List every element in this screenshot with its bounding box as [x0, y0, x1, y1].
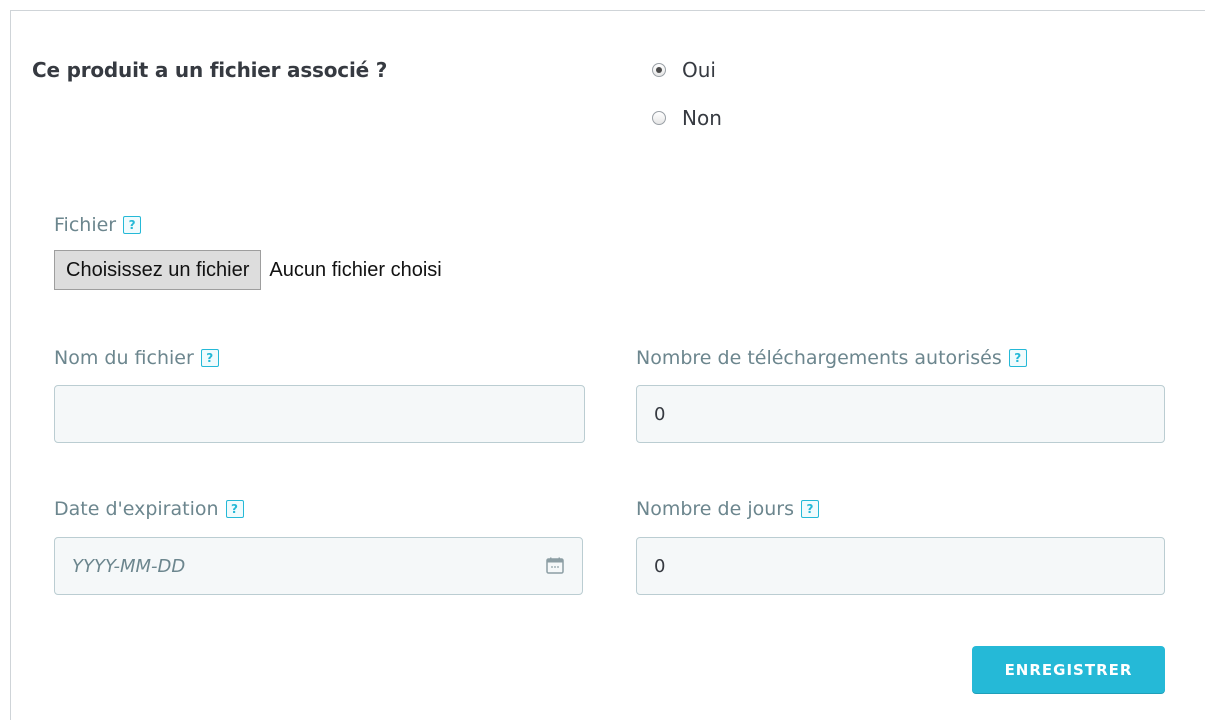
help-icon[interactable]: ? [200, 349, 219, 367]
days-input[interactable]: 0 [636, 537, 1165, 595]
help-icon[interactable]: ? [225, 500, 244, 518]
expiration-placeholder: YYYY-MM-DD [72, 555, 186, 577]
help-icon[interactable]: ? [800, 500, 819, 518]
file-input[interactable]: Choisissez un fichier Aucun fichier choi… [54, 250, 442, 290]
radio-button-icon[interactable] [652, 111, 666, 125]
calendar-icon[interactable] [546, 557, 564, 574]
downloads-input[interactable]: 0 [636, 385, 1165, 443]
filename-input[interactable] [54, 385, 585, 443]
radio-non[interactable]: Non [652, 106, 722, 130]
help-icon[interactable]: ? [123, 216, 142, 234]
expiration-label-text: Date d'expiration [54, 498, 219, 520]
file-label: Fichier ? [54, 214, 142, 236]
filename-label: Nom du fichier ? [54, 347, 219, 369]
radio-non-label: Non [682, 106, 722, 130]
radio-button-checked-icon[interactable] [652, 63, 666, 77]
choose-file-button[interactable]: Choisissez un fichier [54, 250, 262, 290]
expiration-label: Date d'expiration ? [54, 498, 244, 520]
associated-file-question: Ce produit a un fichier associé ? [32, 58, 388, 82]
downloads-label: Nombre de téléchargements autorisés ? [636, 347, 1027, 369]
days-label-text: Nombre de jours [636, 498, 794, 520]
radio-oui-label: Oui [682, 58, 716, 82]
file-label-text: Fichier [54, 214, 117, 236]
help-icon[interactable]: ? [1008, 349, 1027, 367]
expiration-date-input[interactable]: YYYY-MM-DD [54, 537, 583, 595]
file-status-text: Aucun fichier choisi [269, 258, 442, 281]
downloads-label-text: Nombre de téléchargements autorisés [636, 347, 1002, 369]
save-button[interactable]: ENREGISTRER [972, 646, 1165, 693]
radio-oui[interactable]: Oui [652, 58, 716, 82]
filename-label-text: Nom du fichier [54, 347, 194, 369]
days-label: Nombre de jours ? [636, 498, 819, 520]
